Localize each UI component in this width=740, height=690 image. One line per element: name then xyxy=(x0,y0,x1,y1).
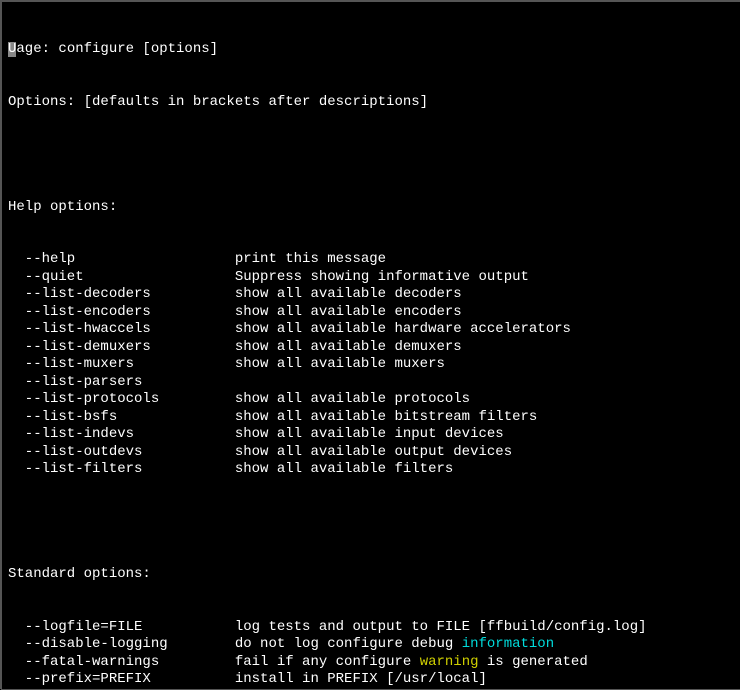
option-flag: --list-encoders xyxy=(8,304,235,320)
highlight-warning: warning xyxy=(420,654,479,670)
option-desc: log tests and output to FILE [ffbuild/co… xyxy=(235,619,647,635)
help-option-row: --list-muxers show all available muxers xyxy=(8,356,734,374)
option-flag: --list-bsfs xyxy=(8,409,235,425)
help-option-row: --list-filters show all available filter… xyxy=(8,461,734,479)
help-option-row: --list-bsfs show all available bitstream… xyxy=(8,409,734,427)
option-desc-post: is generated xyxy=(479,654,588,670)
option-flag: --list-hwaccels xyxy=(8,321,235,337)
option-flag: --list-outdevs xyxy=(8,444,235,460)
option-desc: show all available filters xyxy=(235,461,453,477)
standard-option-row: --disable-logging do not log configure d… xyxy=(8,636,734,654)
help-option-row: --quiet Suppress showing informative out… xyxy=(8,269,734,287)
option-desc: Suppress showing informative output xyxy=(235,269,529,285)
standard-options-list: --logfile=FILE log tests and output to F… xyxy=(8,619,734,690)
help-option-row: --help print this message xyxy=(8,251,734,269)
option-desc: show all available protocols xyxy=(235,391,470,407)
option-desc: install in PREFIX [/usr/local] xyxy=(235,671,487,687)
usage-line: Uage: configure [options] xyxy=(8,41,734,59)
help-option-row: --list-protocols show all available prot… xyxy=(8,391,734,409)
option-desc: show all available hardware accelerators xyxy=(235,321,571,337)
option-desc-pre: do not log configure debug xyxy=(235,636,462,652)
option-desc: show all available demuxers xyxy=(235,339,462,355)
option-desc: show all available decoders xyxy=(235,286,462,302)
help-option-row: --list-outdevs show all available output… xyxy=(8,444,734,462)
option-desc: show all available bitstream filters xyxy=(235,409,537,425)
standard-option-row: --logfile=FILE log tests and output to F… xyxy=(8,619,734,637)
option-flag: --list-decoders xyxy=(8,286,235,302)
option-flag: --list-demuxers xyxy=(8,339,235,355)
help-option-row: --list-hwaccels show all available hardw… xyxy=(8,321,734,339)
option-flag: --list-indevs xyxy=(8,426,235,442)
option-flag: --help xyxy=(8,251,235,267)
option-flag: --list-parsers xyxy=(8,374,235,390)
option-flag: --disable-logging xyxy=(8,636,235,652)
standard-options-heading: Standard options: xyxy=(8,566,734,584)
option-flag: --logfile=FILE xyxy=(8,619,235,635)
standard-option-row: --prefix=PREFIX install in PREFIX [/usr/… xyxy=(8,671,734,689)
help-option-row: --list-parsers xyxy=(8,374,734,392)
help-option-row: --list-encoders show all available encod… xyxy=(8,304,734,322)
option-flag: --fatal-warnings xyxy=(8,654,235,670)
help-options-list: --help print this message --quiet Suppre… xyxy=(8,251,734,479)
option-desc: print this message xyxy=(235,251,386,267)
option-desc: show all available output devices xyxy=(235,444,512,460)
option-desc-pre: fail if any configure xyxy=(235,654,420,670)
help-options-heading: Help options: xyxy=(8,199,734,217)
help-option-row: --list-indevs show all available input d… xyxy=(8,426,734,444)
highlight-info: information xyxy=(462,636,554,652)
terminal-output[interactable]: Uage: configure [options] Options: [defa… xyxy=(2,2,740,690)
option-flag: --prefix=PREFIX xyxy=(8,671,235,687)
option-desc: show all available muxers xyxy=(235,356,445,372)
option-desc: show all available encoders xyxy=(235,304,462,320)
option-flag: --quiet xyxy=(8,269,235,285)
help-option-row: --list-demuxers show all available demux… xyxy=(8,339,734,357)
option-flag: --list-protocols xyxy=(8,391,235,407)
help-option-row: --list-decoders show all available decod… xyxy=(8,286,734,304)
option-flag: --list-muxers xyxy=(8,356,235,372)
option-flag: --list-filters xyxy=(8,461,235,477)
option-desc: show all available input devices xyxy=(235,426,504,442)
options-defaults-line: Options: [defaults in brackets after des… xyxy=(8,94,734,112)
standard-option-row: --fatal-warnings fail if any configure w… xyxy=(8,654,734,672)
